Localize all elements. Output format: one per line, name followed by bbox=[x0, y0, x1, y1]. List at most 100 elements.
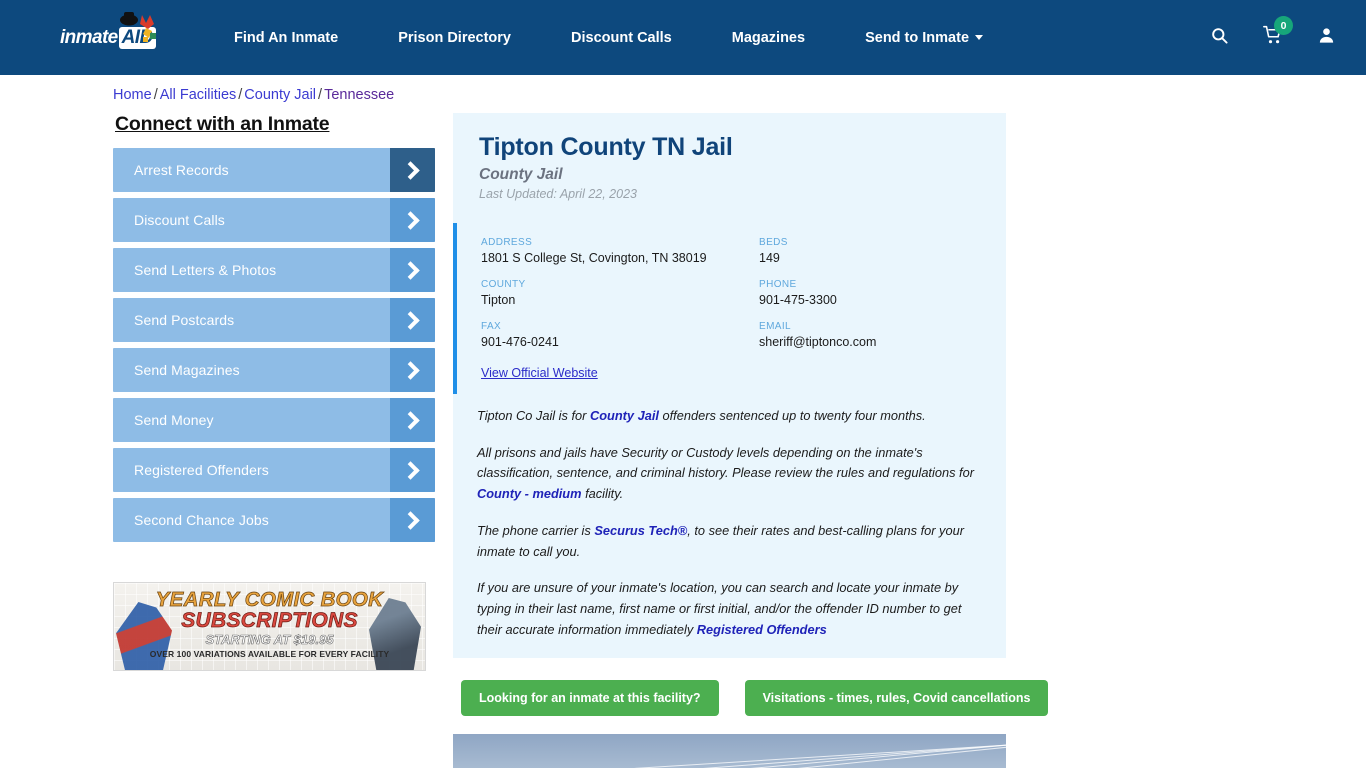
breadcrumb-item-county-jail[interactable]: County Jail bbox=[244, 87, 316, 103]
facility-info-grid: ADDRESS 1801 S College St, Covington, TN… bbox=[481, 237, 1006, 349]
facility-header: Tipton County TN Jail County Jail Last U… bbox=[453, 133, 1006, 201]
link-securus-tech[interactable]: Securus Tech® bbox=[594, 523, 687, 538]
sidebar-item-registered-offenders[interactable]: Registered Offenders bbox=[113, 448, 435, 492]
user-icon[interactable] bbox=[1317, 26, 1336, 50]
info-field-beds: BEDS 149 bbox=[759, 237, 1006, 265]
find-inmate-button[interactable]: Looking for an inmate at this facility? bbox=[461, 680, 719, 717]
nav-item-discount-calls[interactable]: Discount Calls bbox=[571, 30, 672, 46]
cart-icon[interactable]: 0 bbox=[1263, 16, 1293, 50]
link-county-medium[interactable]: County - medium bbox=[477, 486, 582, 501]
sidebar-title: Connect with an Inmate bbox=[115, 113, 330, 135]
sidebar-item-send-magazines[interactable]: Send Magazines bbox=[113, 348, 435, 392]
nav-item-find-an-inmate[interactable]: Find An Inmate bbox=[234, 30, 338, 46]
info-label: BEDS bbox=[759, 237, 788, 248]
sidebar-item-second-chance-jobs[interactable]: Second Chance Jobs bbox=[113, 498, 435, 542]
info-value: Tipton bbox=[481, 293, 516, 307]
chevron-right-icon bbox=[390, 398, 435, 442]
main-content: Tipton County TN Jail County Jail Last U… bbox=[435, 103, 1366, 768]
link-registered-offenders[interactable]: Registered Offenders bbox=[697, 622, 827, 637]
sidebar-item-label: Discount Calls bbox=[134, 212, 225, 228]
search-icon[interactable] bbox=[1210, 26, 1229, 50]
description-paragraph-3: The phone carrier is Securus Tech®, to s… bbox=[477, 521, 978, 562]
facility-type: County Jail bbox=[479, 166, 563, 183]
link-county-jail[interactable]: County Jail bbox=[590, 408, 659, 423]
page-title: Tipton County TN Jail bbox=[479, 133, 733, 161]
facility-photo bbox=[453, 734, 1006, 768]
sidebar-item-arrest-records[interactable]: Arrest Records bbox=[113, 148, 435, 192]
sidebar: Connect with an Inmate Arrest Records Di… bbox=[113, 103, 435, 671]
chevron-right-icon bbox=[390, 348, 435, 392]
info-value: 901-476-0241 bbox=[481, 335, 559, 349]
desc-text: The phone carrier is bbox=[477, 522, 595, 538]
ad-line-2: SUBSCRIPTIONS bbox=[181, 609, 358, 633]
ad-banner-comic-book-subscriptions[interactable]: YEARLY COMIC BOOK SUBSCRIPTIONS STARTING… bbox=[113, 582, 426, 671]
desc-text: All prisons and jails have Security or C… bbox=[477, 444, 974, 481]
breadcrumb-item-tennessee[interactable]: Tennessee bbox=[324, 87, 394, 103]
description-paragraph-1: Tipton Co Jail is for County Jail offend… bbox=[477, 406, 978, 427]
info-value: sheriff@tiptonco.com bbox=[759, 335, 877, 349]
view-official-website-link[interactable]: View Official Website bbox=[481, 366, 598, 380]
info-label: COUNTY bbox=[481, 279, 526, 290]
info-field-address: ADDRESS 1801 S College St, Covington, TN… bbox=[481, 237, 759, 265]
info-value: 149 bbox=[759, 251, 780, 265]
ad-line-3: STARTING AT $19.95 bbox=[205, 632, 334, 648]
desc-text: Tipton Co Jail is for bbox=[477, 408, 590, 423]
sidebar-item-label: Registered Offenders bbox=[134, 462, 269, 478]
chevron-right-icon bbox=[390, 248, 435, 292]
ad-line-4: OVER 100 VARIATIONS AVAILABLE FOR EVERY … bbox=[149, 649, 390, 659]
logo-word: inmate bbox=[60, 26, 118, 48]
cart-count-badge: 0 bbox=[1274, 16, 1293, 35]
logo-badge: AID bbox=[118, 26, 156, 49]
facility-info-panel: ADDRESS 1801 S College St, Covington, TN… bbox=[453, 223, 1006, 394]
description-paragraph-2: All prisons and jails have Security or C… bbox=[477, 443, 978, 505]
description-paragraph-4: If you are unsure of your inmate's locat… bbox=[477, 578, 978, 640]
info-field-county: COUNTY Tipton bbox=[481, 279, 759, 307]
info-field-fax: FAX 901-476-0241 bbox=[481, 321, 759, 349]
chevron-right-icon bbox=[390, 198, 435, 242]
breadcrumb-item-home[interactable]: Home bbox=[113, 87, 152, 103]
sidebar-item-send-letters-photos[interactable]: Send Letters & Photos bbox=[113, 248, 435, 292]
sidebar-item-label: Second Chance Jobs bbox=[134, 512, 269, 528]
info-label: PHONE bbox=[759, 279, 797, 290]
info-field-email: EMAIL sheriff@tiptonco.com bbox=[759, 321, 1006, 349]
site-logo[interactable]: inmate AID bbox=[60, 11, 176, 57]
sidebar-item-label: Send Money bbox=[134, 412, 214, 428]
sidebar-item-send-postcards[interactable]: Send Postcards bbox=[113, 298, 435, 342]
power-line bbox=[453, 740, 1006, 768]
desc-text: offenders sentenced up to twenty four mo… bbox=[658, 408, 926, 423]
breadcrumb-item-all-facilities[interactable]: All Facilities bbox=[160, 87, 237, 103]
info-label: EMAIL bbox=[759, 321, 792, 332]
last-updated-text: Last Updated: April 22, 2023 bbox=[479, 187, 637, 201]
chevron-right-icon bbox=[390, 148, 435, 192]
info-value: 1801 S College St, Covington, TN 38019 bbox=[481, 251, 707, 265]
chevron-right-icon bbox=[390, 298, 435, 342]
desc-text: facility. bbox=[581, 486, 624, 502]
breadcrumb-separator: / bbox=[153, 87, 158, 103]
facility-description: Tipton Co Jail is for County Jail offend… bbox=[453, 394, 1006, 640]
visitations-button[interactable]: Visitations - times, rules, Covid cancel… bbox=[744, 680, 1049, 717]
sidebar-item-label: Send Magazines bbox=[134, 362, 240, 378]
info-label: ADDRESS bbox=[481, 237, 533, 248]
page-body: Home / All Facilities / County Jail / Tennesse… bbox=[0, 75, 1366, 768]
site-header: inmate AID Find An Inmate Prison Director… bbox=[0, 0, 1366, 75]
info-label: FAX bbox=[481, 321, 502, 332]
power-line bbox=[453, 741, 1006, 768]
sidebar-item-send-money[interactable]: Send Money bbox=[113, 398, 435, 442]
breadcrumb: Home / All Facilities / County Jail / Tennesse… bbox=[0, 75, 1366, 103]
sidebar-item-discount-calls[interactable]: Discount Calls bbox=[113, 198, 435, 242]
sidebar-item-label: Send Postcards bbox=[134, 312, 235, 328]
info-value: 901-475-3300 bbox=[759, 293, 837, 307]
chevron-right-icon bbox=[390, 448, 435, 492]
nav-item-magazines[interactable]: Magazines bbox=[732, 30, 805, 46]
breadcrumb-separator: / bbox=[318, 87, 323, 103]
content-area: Connect with an Inmate Arrest Records Di… bbox=[0, 103, 1366, 768]
nav-item-send-to-inmate-label: Send to Inmate bbox=[865, 29, 970, 46]
sidebar-item-label: Send Letters & Photos bbox=[134, 262, 277, 278]
chevron-down-icon bbox=[975, 35, 984, 41]
nav-item-send-to-inmate[interactable]: Send to Inmate bbox=[865, 29, 984, 46]
facility-card: Tipton County TN Jail County Jail Last U… bbox=[453, 113, 1006, 659]
cta-button-row: Looking for an inmate at this facility? … bbox=[453, 658, 1366, 717]
nav-item-prison-directory[interactable]: Prison Directory bbox=[398, 30, 511, 46]
main-nav: Find An Inmate Prison Directory Discount… bbox=[234, 0, 1210, 75]
info-field-phone: PHONE 901-475-3300 bbox=[759, 279, 1006, 307]
